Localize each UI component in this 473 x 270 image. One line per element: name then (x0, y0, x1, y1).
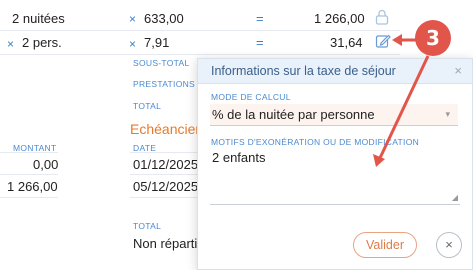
step-badge: 3 (415, 20, 451, 56)
annotation-arrow (373, 34, 430, 167)
